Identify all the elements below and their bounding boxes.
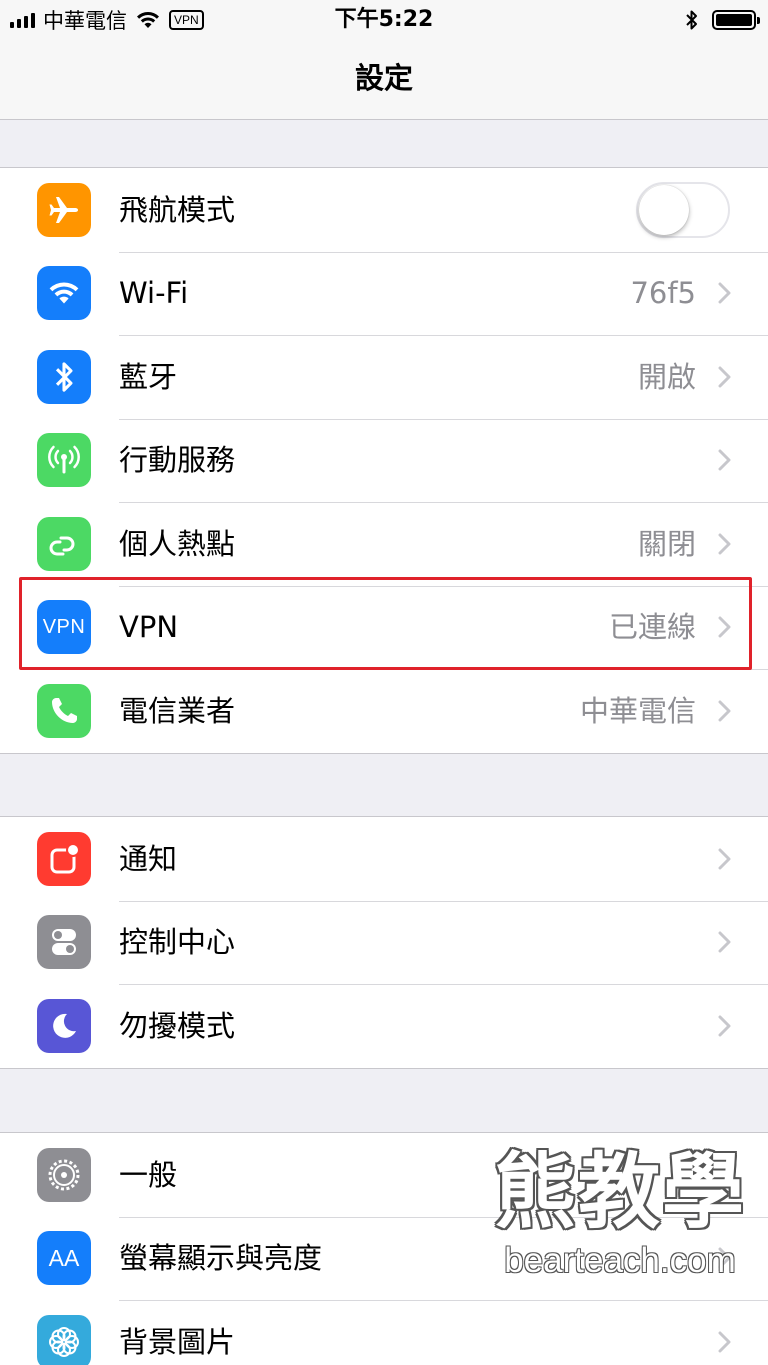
antenna-icon: [37, 433, 91, 488]
settings-row-wallpaper[interactable]: 背景圖片: [0, 1300, 768, 1365]
settings-row-value: 關閉: [637, 526, 696, 561]
vpn-icon-text: VPN: [42, 615, 86, 638]
gear-icon: [37, 1147, 91, 1202]
settings-row-wifi[interactable]: Wi-Fi 76f5: [0, 251, 768, 336]
settings-row-label: 一般: [119, 1157, 178, 1192]
chevron-right-icon: [718, 449, 731, 471]
battery-icon: [712, 10, 760, 30]
moon-icon: [37, 998, 91, 1053]
settings-row-cellular[interactable]: 行動服務: [0, 418, 768, 503]
settings-row-general[interactable]: 一般: [0, 1133, 768, 1217]
settings-row-label: 通知: [119, 841, 178, 876]
settings-group-connectivity: 飛航模式 Wi-Fi 76f5 藍牙 開啟 行動服務 個人熱點 關閉 VPN V…: [0, 167, 768, 754]
bluetooth-icon: [37, 349, 91, 404]
hotspot-icon: [37, 516, 91, 571]
settings-row-control-center[interactable]: 控制中心: [0, 900, 768, 985]
airplane-mode-toggle[interactable]: [636, 181, 730, 238]
wifi-icon: [37, 266, 91, 321]
settings-row-display-brightness[interactable]: AA 螢幕顯示與亮度: [0, 1216, 768, 1301]
settings-row-personal-hotspot[interactable]: 個人熱點 關閉: [0, 502, 768, 586]
settings-row-value: 76f5: [630, 276, 696, 311]
settings-row-label: 控制中心: [119, 925, 236, 960]
display-icon: AA: [37, 1231, 91, 1286]
chevron-right-icon: [718, 700, 731, 722]
settings-row-label: 背景圖片: [119, 1324, 236, 1359]
navigation-bar: 設定: [0, 40, 768, 120]
wallpaper-icon: [37, 1314, 91, 1365]
settings-row-airplane-mode[interactable]: 飛航模式: [0, 168, 768, 252]
chevron-right-icon: [718, 1331, 731, 1353]
phone-icon: [37, 683, 91, 738]
chevron-right-icon: [718, 282, 731, 304]
settings-row-label: 電信業者: [119, 693, 236, 728]
status-time: 下午5:22: [334, 7, 434, 32]
settings-row-label: 個人熱點: [119, 526, 236, 561]
status-bar: 中華電信 VPN 下午5:22: [0, 0, 768, 40]
settings-row-vpn[interactable]: VPN VPN 已連線: [0, 585, 768, 670]
chevron-right-icon: [718, 1015, 731, 1037]
settings-group-notifications: 通知 控制中心 勿擾模式: [0, 816, 768, 1069]
settings-row-label: Wi-Fi: [119, 276, 189, 311]
settings-row-value: 已連線: [608, 610, 696, 645]
settings-row-carrier[interactable]: 電信業者 中華電信: [0, 669, 768, 753]
settings-row-do-not-disturb[interactable]: 勿擾模式: [0, 984, 768, 1068]
bluetooth-icon: [686, 10, 697, 30]
chevron-right-icon: [718, 848, 731, 870]
airplane-icon: [37, 182, 91, 237]
settings-row-bluetooth[interactable]: 藍牙 開啟: [0, 335, 768, 419]
settings-row-label: VPN: [119, 610, 179, 645]
chevron-right-icon: [718, 616, 731, 638]
control-center-icon: [37, 915, 91, 970]
page-title: 設定: [354, 61, 413, 95]
chevron-right-icon: [718, 1247, 731, 1269]
settings-row-label: 藍牙: [119, 359, 178, 394]
chevron-right-icon: [718, 931, 731, 953]
settings-row-label: 行動服務: [119, 443, 236, 478]
settings-row-value: 中華電信: [579, 693, 696, 728]
chevron-right-icon: [718, 366, 731, 388]
settings-row-label: 飛航模式: [119, 192, 236, 227]
notifications-icon: [37, 831, 91, 886]
settings-row-value: 開啟: [637, 359, 696, 394]
settings-row-notifications[interactable]: 通知: [0, 817, 768, 901]
settings-group-general: 一般 AA 螢幕顯示與亮度 背景圖片: [0, 1132, 768, 1365]
display-icon-text: AA: [48, 1244, 80, 1271]
settings-row-label: 勿擾模式: [119, 1008, 236, 1043]
vpn-icon: VPN: [37, 600, 91, 655]
status-right: [685, 5, 760, 35]
chevron-right-icon: [718, 533, 731, 555]
toggle-knob: [639, 184, 689, 235]
chevron-right-icon: [718, 1164, 731, 1186]
settings-row-label: 螢幕顯示與亮度: [119, 1241, 323, 1276]
